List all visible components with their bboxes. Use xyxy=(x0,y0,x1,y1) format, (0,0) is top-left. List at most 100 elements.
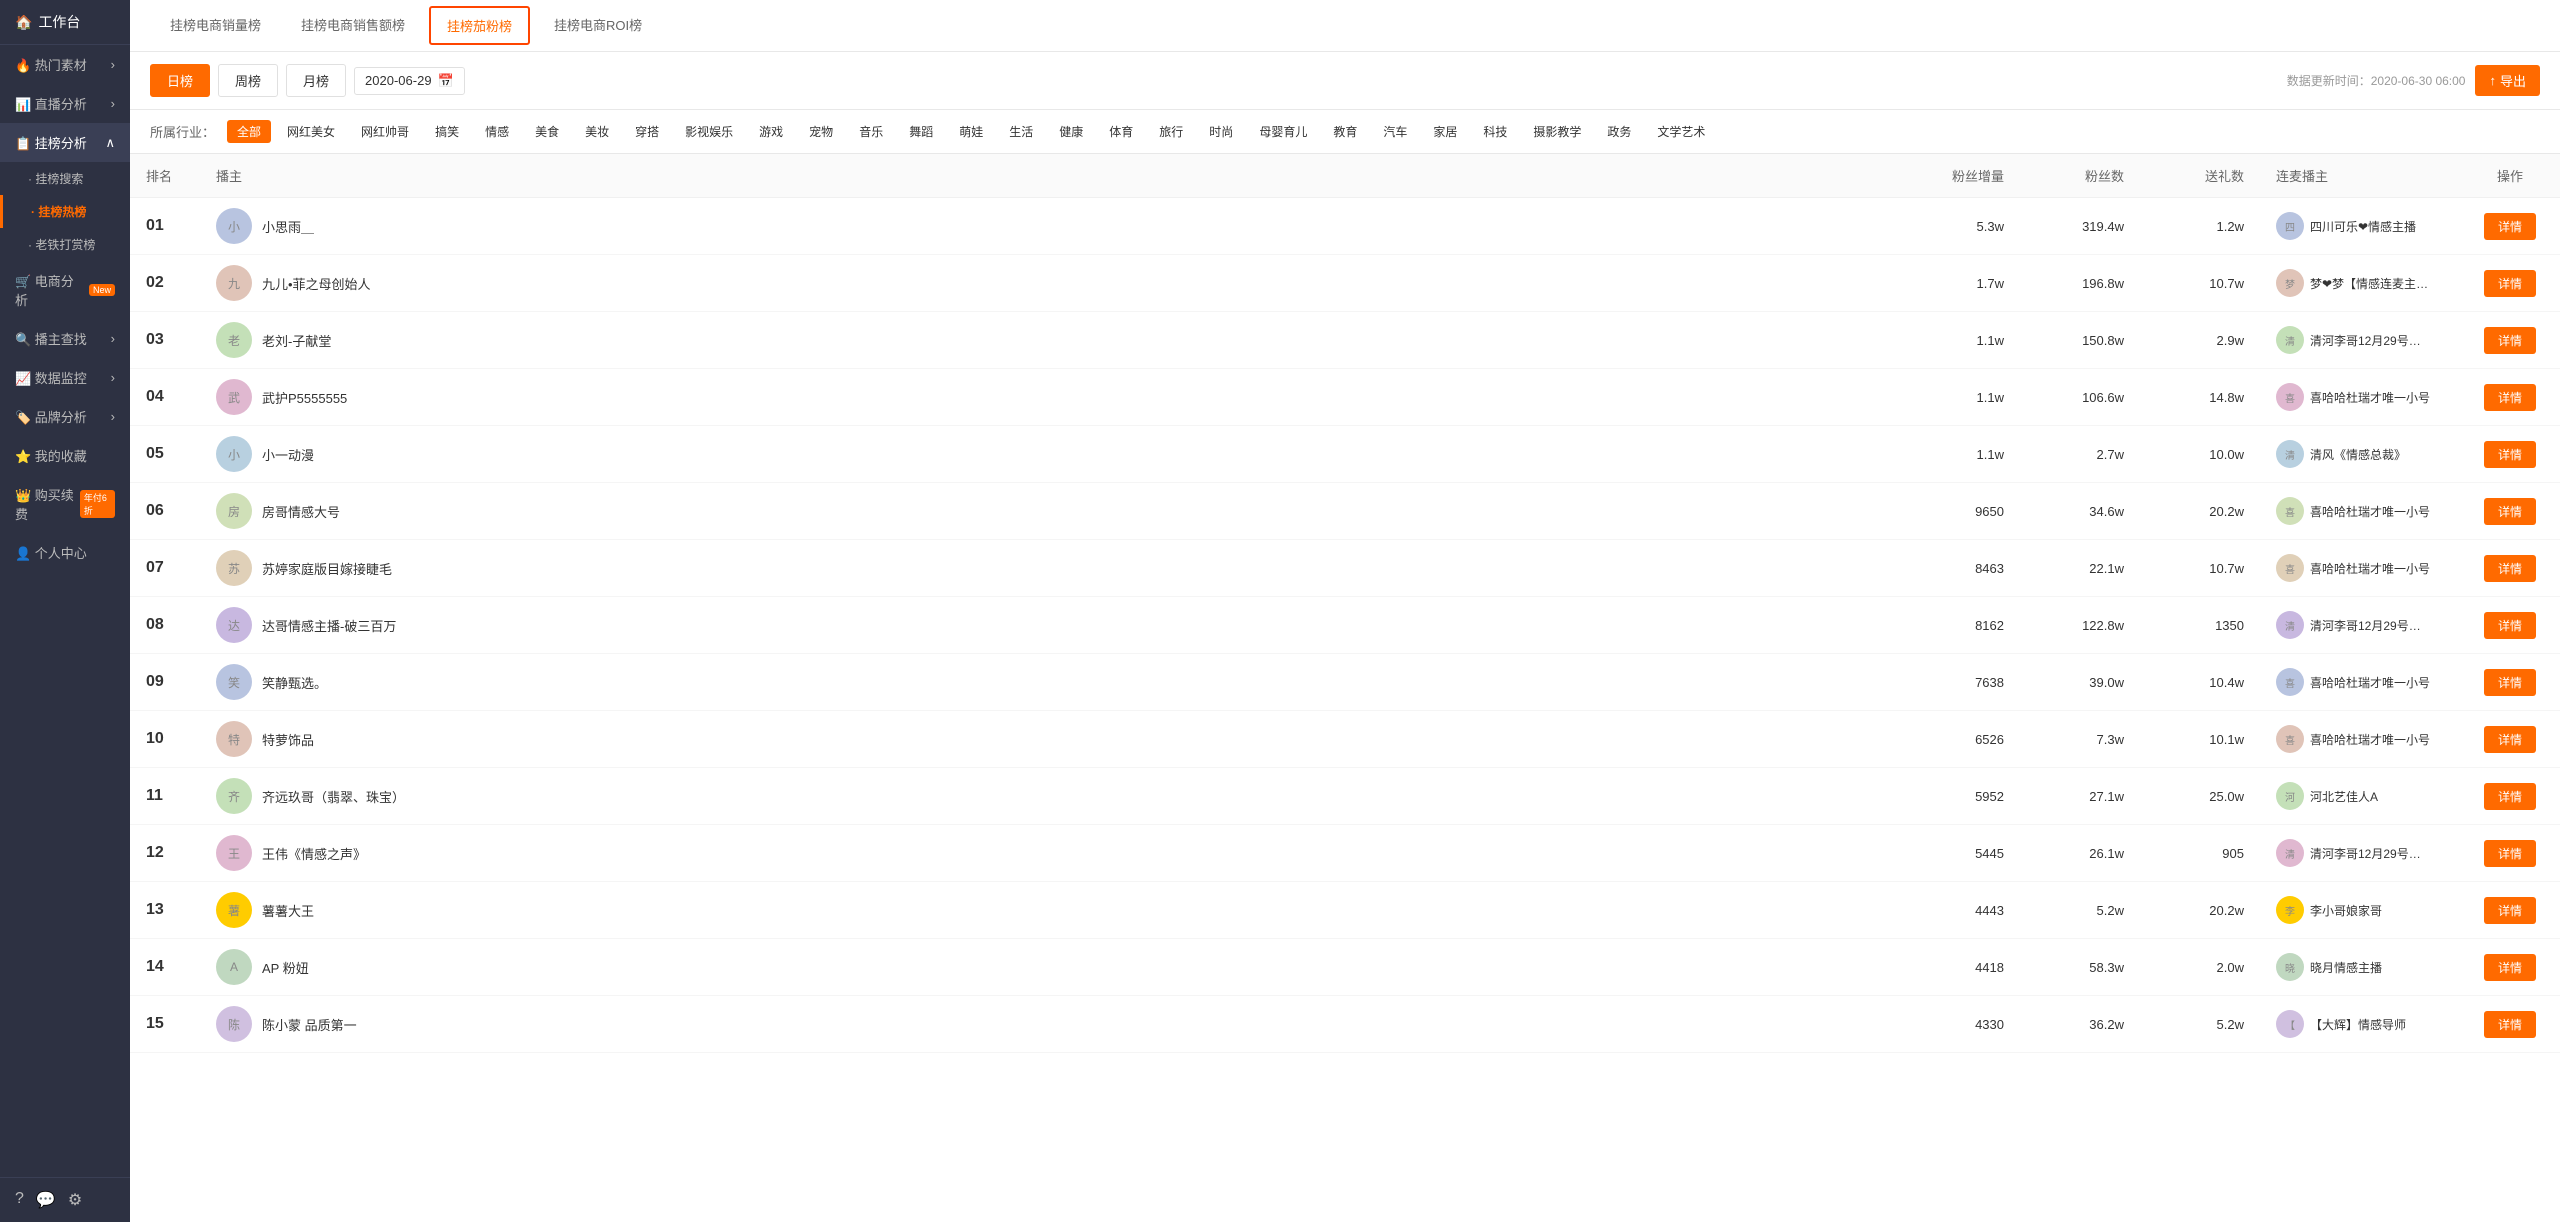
category-meishi[interactable]: 美食 xyxy=(525,120,569,143)
streamer-cell: 武 武护P5555555 xyxy=(200,369,1685,426)
fans-vol-cell: 1.1w xyxy=(1900,369,2020,426)
category-chongwu[interactable]: 宠物 xyxy=(799,120,843,143)
sidebar-sub-rank-search[interactable]: · 挂榜搜索 xyxy=(0,162,130,195)
fans-cnt-cell: 58.3w xyxy=(2020,939,2140,996)
category-gaoixao[interactable]: 搞笑 xyxy=(425,120,469,143)
category-jiaju[interactable]: 家居 xyxy=(1423,120,1467,143)
fans-cnt-cell: 7.3w xyxy=(2020,711,2140,768)
chevron-icon: › xyxy=(111,370,115,385)
category-meizhuang[interactable]: 美妆 xyxy=(575,120,619,143)
category-youxi[interactable]: 游戏 xyxy=(749,120,793,143)
detail-button[interactable]: 详情 xyxy=(2484,669,2536,696)
sidebar-item-my-income[interactable]: ⭐ 我的收藏 xyxy=(0,436,130,475)
category-all[interactable]: 全部 xyxy=(227,120,271,143)
detail-button[interactable]: 详情 xyxy=(2484,498,2536,525)
detail-button[interactable]: 详情 xyxy=(2484,954,2536,981)
category-shishang[interactable]: 时尚 xyxy=(1199,120,1243,143)
detail-button[interactable]: 详情 xyxy=(2484,612,2536,639)
category-jiankang[interactable]: 健康 xyxy=(1049,120,1093,143)
category-keji[interactable]: 科技 xyxy=(1473,120,1517,143)
sidebar-item-ecom-analysis[interactable]: 🛒 电商分析 New xyxy=(0,261,130,319)
streamer-name: 小一动漫 xyxy=(262,445,314,464)
help-icon[interactable]: ? xyxy=(15,1190,24,1210)
sidebar-item-data-monitor[interactable]: 📈 数据监控 › xyxy=(0,358,130,397)
tab-hot-rank[interactable]: 挂榜茄粉榜 xyxy=(429,6,530,45)
avatar: 小 xyxy=(216,436,252,472)
tab-roi-rank[interactable]: 挂榜电商ROI榜 xyxy=(534,1,662,50)
related-name: 梦❤梦【情感连麦主播】 xyxy=(2310,275,2430,292)
new-badge: New xyxy=(89,284,115,296)
related-cell: 清 清风《情感总裁》 xyxy=(2260,426,2460,483)
table-row: 06 房 房哥情感大号 9650 34.6w 20.2w 喜 喜哈哈杜瑞才唯一小… xyxy=(130,483,2560,540)
streamer-name: 薯薯大王 xyxy=(262,901,314,920)
sidebar-sub-rank-old[interactable]: · 老铁打赏榜 xyxy=(0,228,130,261)
day-filter-btn[interactable]: 日榜 xyxy=(150,64,210,97)
avatar: 房 xyxy=(216,493,252,529)
data-monitor-label: 📈 数据监控 xyxy=(15,368,87,387)
streamer-name: 王伟《情感之声》 xyxy=(262,844,366,863)
detail-button[interactable]: 详情 xyxy=(2484,783,2536,810)
spacer-cell xyxy=(1685,939,1900,996)
detail-button[interactable]: 详情 xyxy=(2484,726,2536,753)
category-jiaoyu[interactable]: 教育 xyxy=(1323,120,1367,143)
month-filter-btn[interactable]: 月榜 xyxy=(286,64,346,97)
category-mengwa[interactable]: 萌娃 xyxy=(949,120,993,143)
detail-button[interactable]: 详情 xyxy=(2484,270,2536,297)
category-tiyu[interactable]: 体育 xyxy=(1099,120,1143,143)
detail-button[interactable]: 详情 xyxy=(2484,897,2536,924)
detail-button[interactable]: 详情 xyxy=(2484,327,2536,354)
category-yingshi[interactable]: 影视娱乐 xyxy=(675,120,743,143)
category-shuaige[interactable]: 网红帅哥 xyxy=(351,120,419,143)
detail-button[interactable]: 详情 xyxy=(2484,1011,2536,1038)
table-row: 09 笑 笑静甄选。 7638 39.0w 10.4w 喜 喜哈哈杜瑞才唯一小号… xyxy=(130,654,2560,711)
detail-button[interactable]: 详情 xyxy=(2484,840,2536,867)
tab-sales-amount[interactable]: 挂榜电商销售额榜 xyxy=(281,1,425,50)
export-icon: ↑ xyxy=(2489,73,2496,88)
category-wudao[interactable]: 舞蹈 xyxy=(899,120,943,143)
table-row: 14 A AP 粉妞 4418 58.3w 2.0w 晓 晓月情感主播 详情 xyxy=(130,939,2560,996)
sidebar-item-brand-analysis[interactable]: 🏷️ 品牌分析 › xyxy=(0,397,130,436)
date-picker[interactable]: 2020-06-29 📅 xyxy=(354,67,465,95)
week-filter-btn[interactable]: 周榜 xyxy=(218,64,278,97)
sidebar-item-rank-analysis[interactable]: 📋 挂榜分析 ∧ xyxy=(0,123,130,162)
chat-icon[interactable]: 💬 xyxy=(36,1190,56,1210)
category-muying[interactable]: 母婴育儿 xyxy=(1249,120,1317,143)
avatar: 薯 xyxy=(216,892,252,928)
category-zhengwu[interactable]: 政务 xyxy=(1597,120,1641,143)
category-shenghuo[interactable]: 生活 xyxy=(999,120,1043,143)
streamer-cell: 薯 薯薯大王 xyxy=(200,882,1685,939)
sidebar-item-streamer-find[interactable]: 🔍 播主查找 › xyxy=(0,319,130,358)
spacer-cell xyxy=(1685,996,1900,1053)
detail-button[interactable]: 详情 xyxy=(2484,384,2536,411)
fans-cnt-cell: 27.1w xyxy=(2020,768,2140,825)
category-qinggan[interactable]: 情感 xyxy=(475,120,519,143)
sidebar-item-live-analysis[interactable]: 📊 直播分析 › xyxy=(0,84,130,123)
category-wenxue[interactable]: 文学艺术 xyxy=(1647,120,1715,143)
detail-button[interactable]: 详情 xyxy=(2484,555,2536,582)
sidebar-sub-rank-hot[interactable]: · 挂榜热榜 xyxy=(0,195,130,228)
sidebar-item-personal[interactable]: 👤 个人中心 xyxy=(0,533,130,572)
streamer-name: 九儿•菲之母创始人 xyxy=(262,274,371,293)
avatar: 笑 xyxy=(216,664,252,700)
sidebar-item-hot-material[interactable]: 🔥 热门素材 › xyxy=(0,45,130,84)
category-label: 所属行业： xyxy=(150,122,215,141)
fans-cnt-cell: 39.0w xyxy=(2020,654,2140,711)
settings-icon[interactable]: ⚙ xyxy=(68,1190,82,1210)
category-qiche[interactable]: 汽车 xyxy=(1373,120,1417,143)
rank-cell: 06 xyxy=(130,483,200,540)
category-lvxing[interactable]: 旅行 xyxy=(1149,120,1193,143)
category-sheying[interactable]: 摄影教学 xyxy=(1523,120,1591,143)
gift-cell: 10.1w xyxy=(2140,711,2260,768)
sidebar-item-buy-vip[interactable]: 👑 购买续费 年付6折 xyxy=(0,475,130,533)
category-chuanda[interactable]: 穿搭 xyxy=(625,120,669,143)
spacer-cell xyxy=(1685,711,1900,768)
category-wanghong[interactable]: 网红美女 xyxy=(277,120,345,143)
detail-button[interactable]: 详情 xyxy=(2484,213,2536,240)
category-yinyue[interactable]: 音乐 xyxy=(849,120,893,143)
rank-search-label: · 挂榜搜索 xyxy=(28,170,83,187)
export-button[interactable]: ↑ 导出 xyxy=(2475,65,2540,96)
detail-button[interactable]: 详情 xyxy=(2484,441,2536,468)
filter-right: 数据更新时间：2020-06-30 06:00 ↑ 导出 xyxy=(2287,65,2540,96)
tab-sales-rank[interactable]: 挂榜电商销量榜 xyxy=(150,1,281,50)
action-cell: 详情 xyxy=(2460,255,2560,312)
